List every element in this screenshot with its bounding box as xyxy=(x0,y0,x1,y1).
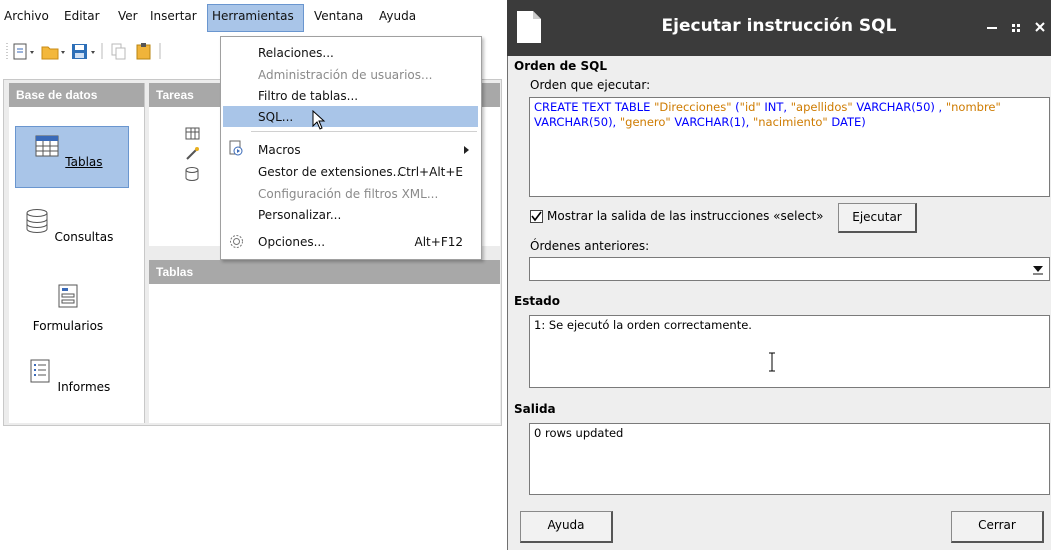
menu-item-personalizar[interactable]: Personalizar... xyxy=(258,205,341,225)
checkmark-icon xyxy=(531,211,542,222)
open-folder-icon xyxy=(41,46,59,60)
sql-keyword: VARCHAR(50) , xyxy=(856,100,943,114)
menu-item-opciones[interactable]: Opciones... xyxy=(258,232,325,252)
show-output-checkbox[interactable] xyxy=(530,210,543,223)
menu-herramientas[interactable]: Herramientas xyxy=(212,9,294,23)
minimize-icon[interactable] xyxy=(985,20,999,34)
sql-string: "Direcciones" xyxy=(654,100,732,114)
menu-item-relaciones[interactable]: Relaciones... xyxy=(258,43,334,63)
section-status-title: Estado xyxy=(514,294,561,308)
sql-command-input[interactable]: CREATE TEXT TABLE "Direcciones" ("id" IN… xyxy=(529,97,1050,197)
show-output-label: Mostrar la salida de las instrucciones «… xyxy=(547,209,824,223)
sql-keyword: VARCHAR(1), xyxy=(674,115,750,129)
shortcut-gestor-extensiones: Ctrl+Alt+E xyxy=(397,165,463,179)
menu-item-administracion-usuarios: Administración de usuarios... xyxy=(258,68,433,82)
status-box: 1: Se ejecutó la orden correctamente. xyxy=(529,315,1050,388)
execute-button[interactable]: Ejecutar xyxy=(838,203,917,233)
db-item-tablas[interactable]: Tablas xyxy=(18,132,118,169)
menu-editar[interactable]: Editar xyxy=(64,9,100,23)
menu-item-configuracion-filtros-xml: Configuración de filtros XML... xyxy=(258,187,439,201)
dialog-titlebar: Ejecutar instrucción SQL xyxy=(507,0,1051,56)
sql-keyword: CREATE TEXT TABLE xyxy=(534,100,651,114)
db-item-formularios-label: Formularios xyxy=(32,319,104,333)
status-text: 1: Se ejecutó la orden correctamente. xyxy=(534,318,752,332)
menu-ver[interactable]: Ver xyxy=(118,9,138,23)
task-icons xyxy=(185,127,200,181)
panel-header: Base de datos xyxy=(9,83,144,107)
dialog-title: Ejecutar instrucción SQL xyxy=(661,16,897,36)
help-button[interactable]: Ayuda xyxy=(520,511,613,543)
sql-string: "genero" xyxy=(619,115,671,129)
section-output-title: Salida xyxy=(514,402,556,416)
tables-panel: Tablas xyxy=(149,260,500,423)
close-icon[interactable] xyxy=(1033,20,1047,34)
menu-item-sql[interactable]: SQL... xyxy=(258,107,293,127)
sql-string: "apellidos" xyxy=(790,100,853,114)
shortcut-opciones: Alt+F12 xyxy=(414,235,463,249)
sql-keyword: DATE) xyxy=(831,115,866,129)
new-document-icon xyxy=(13,43,27,60)
save-icon xyxy=(72,44,87,59)
previous-commands-label: Órdenes anteriores: xyxy=(530,239,650,253)
menu-archivo[interactable]: Archivo xyxy=(4,9,49,23)
previous-commands-select[interactable] xyxy=(529,257,1050,281)
macros-icon xyxy=(229,140,243,156)
output-box: 0 rows updated xyxy=(529,423,1050,495)
menu-item-filtro-tablas[interactable]: Filtro de tablas... xyxy=(258,86,358,106)
submenu-arrow-icon xyxy=(464,146,469,154)
db-item-consultas-label: Consultas xyxy=(54,230,114,244)
menu-ventana[interactable]: Ventana xyxy=(314,9,363,23)
create-table-icon xyxy=(185,127,200,140)
db-item-informes[interactable]: Informes xyxy=(18,357,118,394)
sql-string: "id" xyxy=(739,100,761,114)
database-icon xyxy=(26,209,48,233)
db-item-consultas[interactable]: Consultas xyxy=(18,207,118,244)
db-item-informes-label: Informes xyxy=(57,380,111,394)
menu-separator xyxy=(251,131,477,132)
sql-keyword: VARCHAR(50), xyxy=(534,115,617,129)
paste-icon xyxy=(136,43,151,60)
options-gear-icon xyxy=(230,235,243,248)
dropdown-arrow-icon[interactable] xyxy=(1032,264,1044,275)
sql-keyword: INT, xyxy=(764,100,788,114)
menu-item-macros[interactable]: Macros xyxy=(258,140,301,160)
table-icon xyxy=(35,135,59,157)
section-sql-title: Orden de SQL xyxy=(514,59,607,73)
command-label: Orden que ejecutar: xyxy=(530,78,651,92)
mouse-pointer-icon xyxy=(312,110,326,130)
tables-header: Tablas xyxy=(149,260,500,284)
wizard-icon xyxy=(186,147,199,160)
copy-icon xyxy=(111,43,126,60)
herramientas-menu: Relaciones... Administración de usuarios… xyxy=(220,36,482,260)
menubar: Archivo Editar Ver Insertar Herramientas… xyxy=(0,0,505,34)
close-button[interactable]: Cerrar xyxy=(951,511,1044,543)
db-item-tablas-label: Tablas xyxy=(65,155,103,169)
menu-item-gestor-extensiones[interactable]: Gestor de extensiones... xyxy=(258,162,404,182)
sql-string: "nombre" xyxy=(945,100,1001,114)
maximize-icon[interactable] xyxy=(1009,20,1023,34)
report-icon xyxy=(30,359,50,383)
db-item-formularios[interactable]: Formularios xyxy=(18,282,118,333)
text-cursor-icon xyxy=(769,352,775,372)
menu-insertar[interactable]: Insertar xyxy=(150,9,197,23)
toolbar-icons xyxy=(6,43,161,60)
menu-ayuda[interactable]: Ayuda xyxy=(379,9,416,23)
form-icon xyxy=(58,284,78,308)
sql-string: "nacimiento" xyxy=(752,115,828,129)
output-text: 0 rows updated xyxy=(534,426,624,440)
view-icon xyxy=(185,167,199,181)
